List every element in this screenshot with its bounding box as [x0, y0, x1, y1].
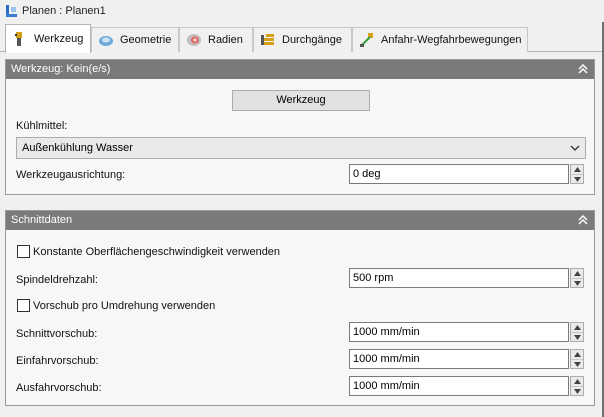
lead-in-feed-label: Einfahrvorschub: — [16, 355, 99, 367]
tab-label: Radien — [208, 34, 243, 46]
passes-icon — [261, 34, 274, 45]
coolant-value: Außenkühlung Wasser — [22, 142, 133, 154]
tab-anfahr-wegfahrbewegungen[interactable]: Anfahr-Wegfahrbewegungen — [352, 27, 528, 52]
spin-up-icon[interactable] — [571, 323, 583, 332]
spin-up-icon[interactable] — [571, 165, 583, 174]
constant-surface-speed-label: Konstante Oberflächengeschwindigkeit ver… — [33, 246, 281, 258]
coolant-label: Kühlmittel: — [16, 120, 68, 132]
tab-durchgaenge[interactable]: Durchgänge — [253, 27, 352, 52]
window-titlebar: Planen : Planen1 — [0, 0, 604, 22]
linking-icon — [360, 33, 373, 47]
geometry-icon — [99, 36, 113, 46]
lead-in-feed-field[interactable]: 1000 mm/min — [349, 349, 569, 369]
spin-down-icon[interactable] — [571, 359, 583, 368]
cut-data-panel-title: Schnittdaten — [11, 214, 73, 226]
spindle-speed-field[interactable]: 500 rpm — [349, 268, 569, 288]
select-tool-button[interactable]: Werkzeug — [232, 90, 370, 111]
tab-label: Anfahr-Wegfahrbewegungen — [381, 34, 522, 46]
tab-label: Werkzeug — [34, 33, 84, 45]
tab-strip: Werkzeug Geometrie Radien Durchgänge Anf… — [0, 22, 604, 53]
lead-in-feed-spinner[interactable] — [570, 349, 584, 369]
spin-up-icon[interactable] — [571, 350, 583, 359]
orientation-spinner[interactable] — [570, 164, 584, 184]
lead-out-feed-field[interactable]: 1000 mm/min — [349, 376, 569, 396]
spin-down-icon[interactable] — [571, 332, 583, 341]
spin-up-icon[interactable] — [571, 269, 583, 278]
tab-radien[interactable]: Radien — [179, 27, 253, 52]
coolant-select[interactable]: Außenkühlung Wasser — [16, 137, 586, 159]
lead-out-feed-spinner[interactable] — [570, 376, 584, 396]
feed-per-rev-checkbox[interactable] — [17, 299, 30, 312]
cutting-feed-spinner[interactable] — [570, 322, 584, 342]
chevron-down-icon — [570, 145, 580, 151]
spin-up-icon[interactable] — [571, 377, 583, 386]
tool-panel: Werkzeug: Kein(e/s) Werkzeug Kühlmittel:… — [5, 59, 595, 195]
collapse-icon[interactable] — [576, 213, 590, 227]
tool-icon — [15, 32, 22, 46]
cutting-feed-label: Schnittvorschub: — [16, 328, 98, 340]
tool-panel-header[interactable]: Werkzeug: Kein(e/s) — [6, 60, 594, 79]
cut-data-panel-header[interactable]: Schnittdaten — [6, 211, 594, 230]
collapse-icon[interactable] — [576, 62, 590, 76]
radii-icon — [187, 34, 201, 46]
spin-down-icon[interactable] — [571, 278, 583, 287]
cutting-feed-field[interactable]: 1000 mm/min — [349, 322, 569, 342]
window-title: Planen : Planen1 — [22, 5, 106, 17]
cut-data-panel: Schnittdaten Konstante Oberflächengeschw… — [5, 210, 595, 406]
tab-werkzeug[interactable]: Werkzeug — [5, 24, 91, 53]
orientation-field[interactable]: 0 deg — [349, 164, 569, 184]
tab-label: Geometrie — [120, 34, 172, 46]
tool-panel-title: Werkzeug: Kein(e/s) — [11, 63, 111, 75]
spin-down-icon[interactable] — [571, 174, 583, 183]
tab-geometrie[interactable]: Geometrie — [91, 27, 179, 52]
spindle-speed-spinner[interactable] — [570, 268, 584, 288]
lead-out-feed-label: Ausfahrvorschub: — [16, 382, 102, 394]
spindle-speed-label: Spindeldrehzahl: — [16, 274, 98, 286]
operation-icon — [6, 5, 17, 17]
feed-per-rev-label: Vorschub pro Umdrehung verwenden — [33, 300, 216, 312]
tab-label: Durchgänge — [282, 34, 342, 46]
orientation-label: Werkzeugausrichtung: — [16, 169, 126, 181]
constant-surface-speed-checkbox[interactable] — [17, 245, 30, 258]
spin-down-icon[interactable] — [571, 386, 583, 395]
